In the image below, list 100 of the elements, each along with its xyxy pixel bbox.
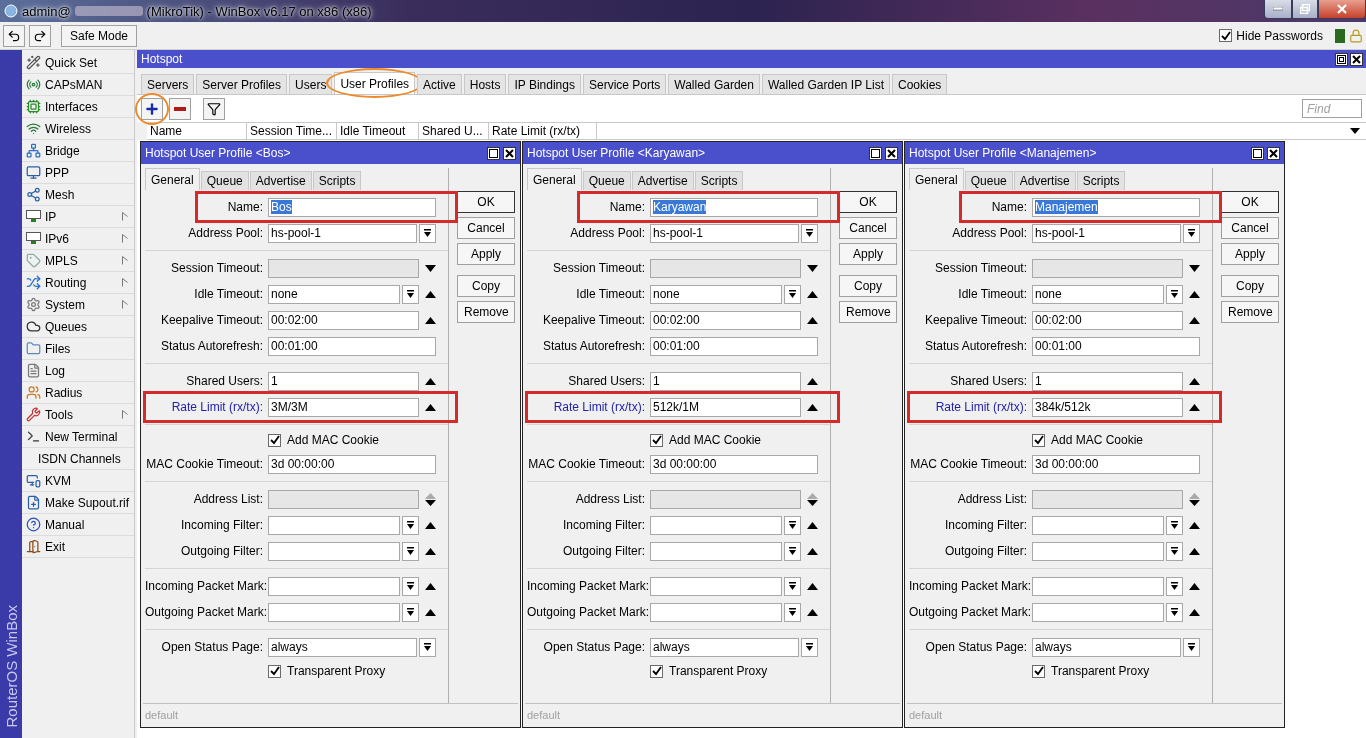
minimize-button[interactable]: [1264, 0, 1292, 19]
up-arrow-icon[interactable]: [1189, 377, 1200, 385]
tab[interactable]: IP Bindings: [508, 74, 581, 94]
up-arrow-icon[interactable]: [425, 582, 436, 590]
dropdown-button[interactable]: [784, 602, 801, 622]
menu-item[interactable]: New Terminal: [22, 426, 134, 448]
tab[interactable]: Servers: [141, 74, 195, 94]
up-arrow-icon[interactable]: [425, 316, 436, 324]
close-button[interactable]: [1318, 0, 1366, 19]
input-field[interactable]: [650, 541, 782, 561]
dialog-button[interactable]: Cancel: [839, 217, 897, 239]
input-field[interactable]: 00:01:00: [650, 336, 818, 356]
dropdown-button[interactable]: [784, 541, 801, 561]
dialog-button[interactable]: Cancel: [1221, 217, 1279, 239]
menu-item[interactable]: Files: [22, 338, 134, 360]
dialog-button[interactable]: OK: [1221, 191, 1279, 213]
dialog-button[interactable]: Remove: [1221, 301, 1279, 323]
checkbox[interactable]: [650, 433, 663, 447]
menu-item[interactable]: IPv6: [22, 228, 134, 250]
dropdown-button[interactable]: [801, 637, 818, 657]
input-field[interactable]: [1032, 541, 1164, 561]
up-arrow-icon[interactable]: [425, 377, 436, 385]
dropdown-button[interactable]: [419, 637, 436, 657]
dialog-tab[interactable]: Advertise: [249, 171, 312, 190]
input-field[interactable]: [1032, 576, 1164, 596]
close-button[interactable]: [1350, 52, 1363, 66]
tab[interactable]: Service Ports: [582, 74, 667, 94]
input-field[interactable]: hs-pool-1: [1032, 223, 1181, 243]
dialog-button[interactable]: Apply: [839, 243, 897, 265]
input-field[interactable]: always: [1032, 637, 1181, 657]
up-arrow-icon[interactable]: [1189, 608, 1200, 616]
remove-button[interactable]: [169, 97, 191, 120]
find-field[interactable]: Find: [1302, 99, 1362, 118]
dialog-tab[interactable]: Queue: [200, 171, 249, 190]
dropdown-button[interactable]: [1166, 541, 1183, 561]
dialog-button[interactable]: Remove: [839, 301, 897, 323]
input-field[interactable]: [650, 602, 782, 622]
dialog-tab[interactable]: Scripts: [312, 171, 362, 190]
input-field[interactable]: 00:01:00: [268, 336, 436, 356]
dropdown-button[interactable]: [1183, 223, 1200, 243]
input-field[interactable]: [268, 602, 400, 622]
up-arrow-icon[interactable]: [425, 547, 436, 555]
maximize-button[interactable]: [869, 146, 882, 160]
dialog-button[interactable]: Copy: [839, 275, 897, 297]
input-field[interactable]: [1032, 515, 1164, 535]
up-arrow-icon[interactable]: [425, 608, 436, 616]
dialog-button[interactable]: Apply: [457, 243, 515, 265]
menu-item[interactable]: KVM: [22, 470, 134, 492]
up-arrow-icon[interactable]: [1189, 316, 1200, 324]
menu-item[interactable]: Queues: [22, 316, 134, 338]
up-arrow-icon[interactable]: [425, 290, 436, 298]
up-arrow-icon[interactable]: [807, 377, 818, 385]
tab[interactable]: Walled Garden: [668, 74, 760, 94]
menu-item[interactable]: Radius: [22, 382, 134, 404]
column-header[interactable]: Shared U...: [419, 123, 489, 139]
dropdown-button[interactable]: [402, 541, 419, 561]
safe-mode-button[interactable]: Safe Mode: [61, 24, 138, 47]
input-field[interactable]: 384k/512k: [1032, 397, 1183, 417]
dialog-button[interactable]: OK: [839, 191, 897, 213]
dropdown-button[interactable]: [402, 515, 419, 535]
dropdown-arrow-icon[interactable]: [1350, 128, 1360, 134]
input-field[interactable]: Karyawan: [650, 197, 818, 217]
dropdown-button[interactable]: [784, 576, 801, 596]
menu-item[interactable]: ISDN Channels: [22, 448, 134, 470]
input-field[interactable]: [268, 541, 400, 561]
dialog-tab[interactable]: Queue: [582, 171, 631, 190]
dialog-button[interactable]: OK: [457, 191, 515, 213]
dialog-tab[interactable]: Scripts: [694, 171, 744, 190]
checkbox[interactable]: [1032, 433, 1045, 447]
dialog-tab[interactable]: Scripts: [1076, 171, 1126, 190]
menu-item[interactable]: System: [22, 294, 134, 316]
dialog-tab[interactable]: General: [527, 168, 582, 190]
input-field[interactable]: 00:02:00: [268, 310, 419, 330]
dialog-button[interactable]: Cancel: [457, 217, 515, 239]
input-field[interactable]: always: [268, 637, 417, 657]
tab[interactable]: Cookies: [891, 74, 948, 94]
input-field[interactable]: [268, 515, 400, 535]
menu-item[interactable]: Manual: [22, 514, 134, 536]
menu-item[interactable]: Log: [22, 360, 134, 382]
up-arrow-icon[interactable]: [807, 403, 818, 411]
dialog-tab[interactable]: Advertise: [631, 171, 694, 190]
input-field[interactable]: 3d 00:00:00: [1032, 454, 1200, 474]
close-button[interactable]: [503, 146, 516, 160]
input-field[interactable]: 1: [650, 371, 801, 391]
input-field[interactable]: [1032, 602, 1164, 622]
menu-item[interactable]: PPP: [22, 162, 134, 184]
dialog-button[interactable]: Copy: [1221, 275, 1279, 297]
dropdown-button[interactable]: [784, 515, 801, 535]
dropdown-button[interactable]: [801, 223, 818, 243]
up-arrow-icon[interactable]: [425, 521, 436, 529]
tab[interactable]: Active: [417, 74, 462, 94]
input-field[interactable]: hs-pool-1: [268, 223, 417, 243]
input-field[interactable]: always: [650, 637, 799, 657]
up-arrow-icon[interactable]: [1189, 403, 1200, 411]
dialog-tab[interactable]: Advertise: [1013, 171, 1076, 190]
dropdown-button[interactable]: [1183, 637, 1200, 657]
dropdown-button[interactable]: [784, 284, 801, 304]
tab[interactable]: User Profiles: [334, 72, 416, 94]
dialog-button[interactable]: Remove: [457, 301, 515, 323]
up-arrow-icon[interactable]: [807, 608, 818, 616]
